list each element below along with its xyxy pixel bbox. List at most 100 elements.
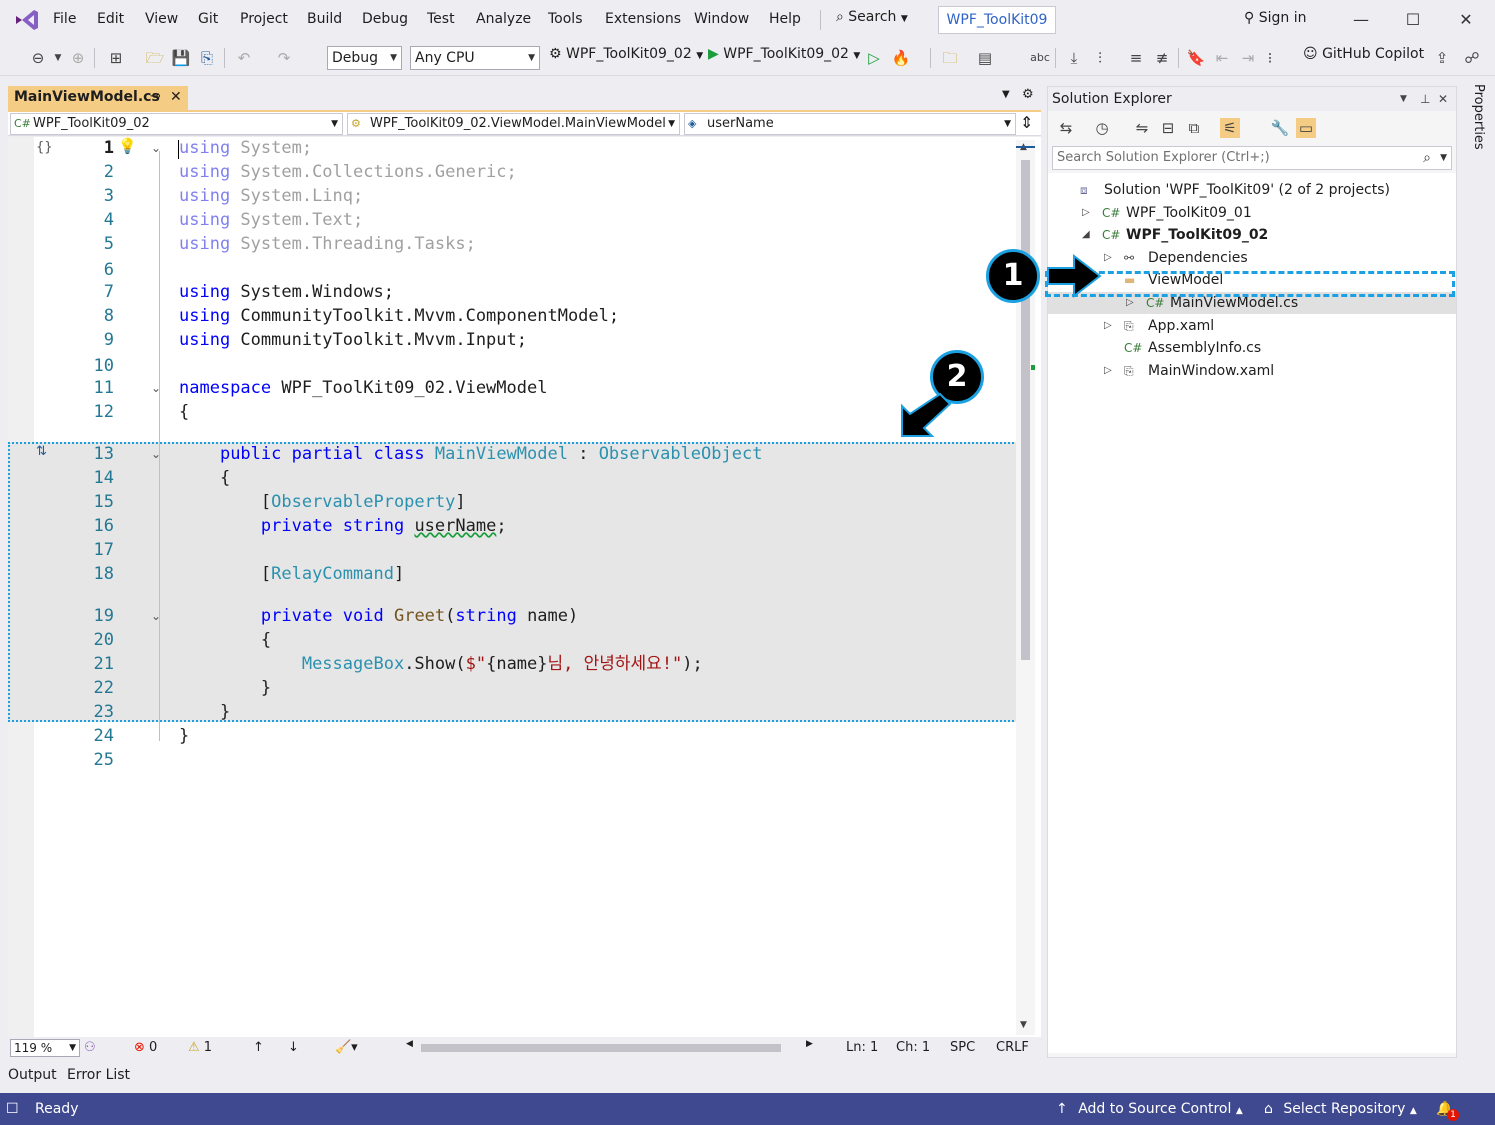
tab-error-list[interactable]: Error List — [67, 1067, 130, 1083]
menu-window[interactable]: Window — [694, 11, 749, 27]
navigate-forward-icon[interactable]: ⊕ — [68, 48, 88, 68]
close-icon[interactable]: ✕ — [1438, 87, 1448, 111]
tree-item[interactable]: C# AssemblyInfo.cs — [1048, 337, 1456, 359]
chevron-down-icon[interactable]: ▼ — [1440, 147, 1447, 169]
type-dropdown[interactable]: ⚙ WPF_ToolKit09_02.ViewModel.MainViewMod… — [347, 113, 680, 135]
browse-folder-icon[interactable]: 🗀 — [940, 48, 960, 68]
step-icon[interactable]: ⤓ — [1064, 48, 1084, 68]
save-all-icon[interactable]: ⎘ — [197, 48, 217, 68]
expander-icon[interactable]: ▷ — [1104, 315, 1112, 337]
share-icon[interactable]: ⇪ — [1432, 48, 1452, 68]
layout-icon[interactable]: ▤ — [975, 48, 995, 68]
expander-icon[interactable]: ▷ — [1104, 360, 1112, 382]
scrollbar-thumb[interactable] — [1021, 160, 1030, 660]
navigate-back-icon[interactable]: ⊖ — [28, 48, 48, 68]
expander-icon[interactable]: ▷ — [1082, 202, 1090, 224]
expander-icon[interactable]: ◢ — [1082, 224, 1090, 246]
uncomment-icon[interactable]: ≢ — [1152, 48, 1172, 68]
sign-in-button[interactable]: ⚲ Sign in — [1244, 10, 1306, 26]
search-button[interactable]: ⌕ Search ▼ — [836, 9, 908, 25]
maximize-icon[interactable]: ☐ — [1398, 6, 1428, 34]
filter-icon[interactable]: ⚟ — [1220, 118, 1240, 138]
previous-issue-icon[interactable]: ↑ — [253, 1040, 264, 1055]
line-ending[interactable]: CRLF — [996, 1040, 1029, 1055]
new-project-icon[interactable]: ⊞ — [106, 48, 126, 68]
line-number[interactable]: Ln: 1 — [846, 1040, 878, 1055]
start-debugging-button[interactable]: ▶ WPF_ToolKit09_02 ▼ — [708, 46, 860, 62]
minimize-icon[interactable]: — — [1346, 6, 1376, 34]
zoom-dropdown[interactable]: 119 % ▼ — [10, 1039, 80, 1057]
github-copilot-button[interactable]: ☺ GitHub Copilot — [1303, 46, 1424, 62]
code-outline-icon[interactable]: {} — [36, 140, 53, 155]
scroll-down-icon[interactable]: ▼ — [1020, 1020, 1027, 1030]
menu-help[interactable]: Help — [769, 11, 801, 27]
tree-item[interactable]: ▷ ⎘ App.xaml — [1048, 315, 1456, 337]
tree-item[interactable]: ▷ C# WPF_ToolKit09_01 — [1048, 202, 1456, 224]
code-cleanup-icon[interactable]: 🧹▾ — [335, 1040, 358, 1055]
bookmark-icon[interactable]: 🔖 — [1186, 48, 1206, 68]
comment-icon[interactable]: ≡ — [1126, 48, 1146, 68]
member-dropdown[interactable]: ◈ userName ▼ — [684, 113, 1016, 135]
code-editor[interactable]: 1 ⌄ using System; 2 using System.Collections… — [8, 137, 1041, 1037]
redo-icon[interactable]: ↷ — [274, 48, 294, 68]
error-count[interactable]: ⊗ 0 — [134, 1040, 157, 1055]
menu-analyze[interactable]: Analyze — [476, 11, 531, 27]
scroll-right-icon[interactable]: ▶ — [806, 1039, 813, 1049]
close-icon[interactable]: ✕ — [1451, 6, 1481, 34]
scrollbar-thumb[interactable] — [421, 1044, 781, 1052]
save-icon[interactable]: 💾 — [171, 48, 191, 68]
add-to-source-control-button[interactable]: ↑ Add to Source Control ▲ — [1056, 1101, 1243, 1117]
tab-output[interactable]: Output — [8, 1067, 57, 1083]
gear-icon[interactable]: ⚙ — [1022, 87, 1034, 102]
menu-git[interactable]: Git — [198, 11, 218, 27]
tree-item[interactable]: ▷ ⚯ Dependencies — [1048, 247, 1456, 269]
editor-horizontal-scrollbar[interactable]: ◀ ▶ — [406, 1039, 826, 1055]
expander-icon[interactable]: ▷ — [1104, 247, 1112, 269]
scroll-left-icon[interactable]: ◀ — [406, 1039, 413, 1049]
properties-icon[interactable]: 🔧 — [1270, 118, 1290, 138]
menu-file[interactable]: File — [53, 11, 76, 27]
menu-edit[interactable]: Edit — [97, 11, 124, 27]
toolbar-overflow-icon[interactable]: ⁝ — [1260, 48, 1280, 68]
menu-extensions[interactable]: Extensions — [605, 11, 681, 27]
chevron-down-icon[interactable]: ▼ — [1400, 87, 1407, 111]
chevron-down-icon[interactable]: ▼ — [1002, 89, 1010, 100]
code-line[interactable]: 25 — [8, 749, 1018, 773]
tree-item[interactable]: ⧈ Solution 'WPF_ToolKit09' (2 of 2 projec… — [1048, 179, 1456, 201]
lightbulb-icon[interactable]: 💡 — [118, 137, 137, 155]
menu-project[interactable]: Project — [240, 11, 288, 27]
menu-view[interactable]: View — [145, 11, 178, 27]
pin-icon[interactable]: ⊥ — [1420, 87, 1430, 111]
menu-build[interactable]: Build — [307, 11, 342, 27]
prev-bookmark-icon[interactable]: ⇤ — [1212, 48, 1232, 68]
warning-count[interactable]: ⚠ 1 — [188, 1040, 212, 1055]
feedback-icon[interactable]: ☍ — [1462, 48, 1482, 68]
collapse-all-icon[interactable]: ⊟ — [1158, 118, 1178, 138]
health-icon[interactable]: ⚇ — [84, 1040, 96, 1055]
properties-side-tab[interactable]: Properties — [1462, 84, 1486, 154]
next-bookmark-icon[interactable]: ⇥ — [1238, 48, 1258, 68]
hot-reload-icon[interactable]: 🔥 — [891, 48, 911, 68]
undo-icon[interactable]: ↶ — [234, 48, 254, 68]
split-window-icon[interactable]: ⇕ — [1020, 113, 1033, 132]
configuration-dropdown[interactable]: Debug ▼ — [327, 46, 402, 70]
column-number[interactable]: Ch: 1 — [896, 1040, 930, 1055]
solution-explorer-search[interactable]: Search Solution Explorer (Ctrl+;) ⌕ ▼ — [1052, 146, 1452, 170]
chevron-down-icon[interactable]: ▼ — [48, 48, 68, 68]
start-without-debugging-icon[interactable]: ▷ — [864, 48, 884, 68]
open-folder-icon[interactable]: 🗁 — [145, 48, 165, 68]
menu-debug[interactable]: Debug — [362, 11, 408, 27]
show-all-files-icon[interactable]: ⧉ — [1184, 118, 1204, 138]
sync-icon[interactable]: ⇋ — [1132, 118, 1152, 138]
codelens-icon[interactable]: ⇅ — [36, 444, 47, 459]
select-repository-button[interactable]: ⌂ Select Repository ▲ — [1264, 1101, 1417, 1117]
tree-item[interactable]: ▷ ⎘ MainWindow.xaml — [1048, 360, 1456, 382]
tab-mainviewmodel[interactable]: MainViewModel.cs ⊸ ✕ — [8, 86, 188, 110]
spellcheck-icon[interactable]: abc — [1030, 48, 1050, 68]
notifications-button[interactable]: 🔔 1 — [1436, 1101, 1459, 1121]
pin-icon[interactable]: ⊸ — [150, 86, 161, 108]
format-icon[interactable]: ⫶ — [1090, 48, 1110, 68]
platform-dropdown[interactable]: Any CPU ▼ — [410, 46, 540, 70]
preview-icon[interactable]: ▭ — [1296, 118, 1316, 138]
switch-views-icon[interactable]: ⇆ — [1056, 118, 1076, 138]
